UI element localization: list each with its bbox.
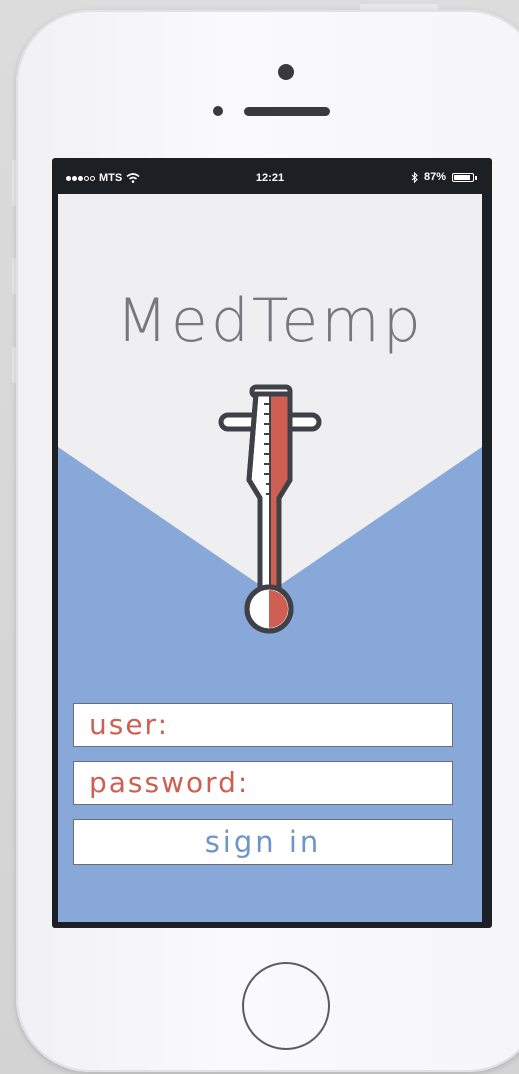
earpiece-speaker — [244, 107, 330, 116]
username-input[interactable]: user: — [73, 703, 453, 747]
username-label: user: — [89, 708, 170, 741]
sensor-icon — [213, 106, 223, 116]
thermometer-icon — [218, 384, 322, 634]
camera-icon — [278, 64, 294, 80]
app-screen: MTS 12:21 87% MedTemp user: password: si… — [58, 162, 482, 922]
sign-in-button[interactable]: sign in — [73, 819, 453, 865]
password-input[interactable]: password: — [73, 761, 453, 805]
home-button[interactable] — [242, 962, 330, 1050]
password-label: password: — [89, 766, 250, 799]
